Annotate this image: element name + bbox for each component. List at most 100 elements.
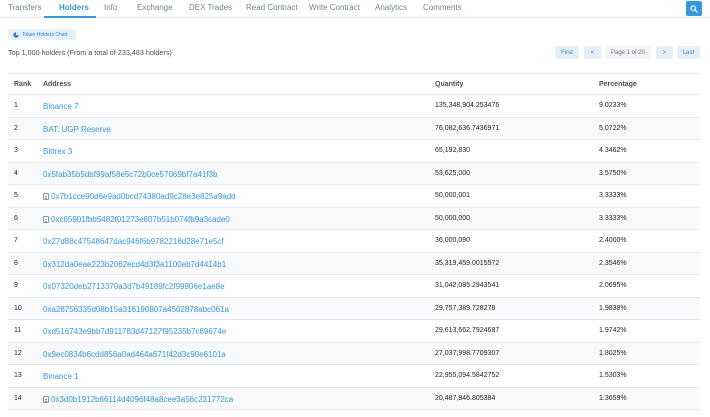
contract-file-icon — [43, 193, 49, 200]
percentage-cell: 5.0722% — [599, 124, 627, 132]
holder-address-link[interactable]: 0x5fab35b5dbf99af58e5c72b0ce57069bf7a41f… — [43, 170, 217, 179]
contract-file-icon — [43, 215, 49, 223]
percentage-cell: 2.3546% — [599, 259, 627, 267]
percentage-cell: 1.5303% — [599, 372, 627, 379]
holder-address-link[interactable]: 0x7b1cce90d6e9ad0bcd74380ad9c28e3e825a9a… — [51, 192, 236, 201]
header-rank: Rank — [14, 81, 32, 88]
table-row: 14 0x3d0b1912b66114d4096f48a8cee3a56c2317… — [8, 387, 700, 410]
holder-address-link[interactable]: 0x3d0b1912b66114d4096f48a8cee3a56c231772… — [51, 395, 233, 404]
holder-address-link[interactable]: Binance 1 — [43, 372, 79, 381]
table-row: 6 0xc65901fbb5482f01273e607b51b074fb9a3ca… — [8, 207, 700, 230]
holder-address-link[interactable]: 0x312da0eae223b2062ecd4d3f3a1100eb7d4414… — [43, 260, 226, 269]
percentage-cell: 1.9742% — [599, 327, 627, 334]
rank-cell: 5 — [14, 192, 18, 199]
pagination-prev-button[interactable]: < — [584, 46, 601, 59]
table-row: 7 0x27d88c47548647dac946f6b9782218d28e71e… — [8, 230, 700, 253]
quantity-cell: 29,613,662.7924687 — [435, 327, 500, 334]
holder-address-link[interactable]: Binance 7 — [43, 102, 79, 111]
search-icon — [690, 4, 698, 13]
rank-cell: 12 — [14, 349, 22, 357]
address-cell: 0x3d0b1912b66114d4096f48a8cee3a56c231772… — [43, 395, 233, 404]
quantity-cell: 36,000,090 — [435, 237, 471, 244]
quantity-cell: 35,319,459.0015572 — [435, 259, 500, 267]
table-row: 5 0x7b1cce90d6e9ad0bcd74380ad9c28e3e825a9… — [8, 185, 700, 208]
address-cell: BAT: UGP Reserve — [43, 125, 111, 134]
header-quantity: Quantity — [435, 81, 464, 88]
holder-address-link[interactable]: 0x27d88c47548647dac946f6b9782218d28e71e5… — [43, 237, 224, 246]
rank-cell: 1 — [14, 102, 18, 109]
rank-cell: 11 — [14, 327, 22, 334]
tab-exchange[interactable]: Exchange — [137, 3, 173, 12]
table-row: 13 Binance 1 22,955,094.5842752 1.5303% — [8, 365, 700, 388]
rank-cell: 2 — [14, 124, 18, 132]
quantity-cell: 135,348,904.253476 — [435, 102, 500, 109]
address-cell: 0x312da0eae223b2062ecd4d3f3a1100eb7d4414… — [43, 260, 226, 269]
percentage-cell: 1.3659% — [599, 394, 627, 402]
quantity-cell: 65,192,830 — [435, 147, 471, 154]
quantity-cell: 29,757,389.728278 — [435, 304, 496, 312]
rank-cell: 7 — [14, 237, 18, 244]
holders-summary: Top 1,000 holders (From a total of 233,4… — [8, 48, 172, 57]
search-button[interactable] — [686, 1, 702, 16]
holder-address-link[interactable]: BAT: UGP Reserve — [43, 125, 111, 134]
holder-address-link[interactable]: Bittrex 3 — [43, 147, 72, 156]
holder-address-link[interactable]: 0x07320deb2713370a3d7b49189fc2f99906e1ae… — [43, 282, 225, 291]
contract-file-icon — [43, 395, 49, 403]
tab-transfers[interactable]: Transfers — [8, 3, 42, 12]
pagination-last-button[interactable]: Last — [677, 46, 700, 59]
table-row: 9 0x07320deb2713370a3d7b49189fc2f99906e1a… — [8, 275, 700, 298]
token-holders-chart-button[interactable]: Token Holders Chart — [8, 29, 76, 40]
percentage-cell: 4.3462% — [599, 147, 627, 154]
header-percentage: Percentage — [599, 81, 637, 88]
percentage-cell: 3.5750% — [599, 169, 627, 177]
percentage-cell: 1.8025% — [599, 349, 627, 357]
address-cell: 0x07320deb2713370a3d7b49189fc2f99906e1ae… — [43, 282, 225, 291]
holder-address-link[interactable]: 0xa28756335d08b15a316190807a4502878abc06… — [43, 305, 229, 314]
holder-address-link[interactable]: 0xc65901fbb5482f01273e607b51b074fb9a3cad… — [51, 215, 230, 224]
token-holders-chart-label: Token Holders Chart — [22, 31, 68, 38]
address-cell: Binance 7 — [43, 102, 79, 111]
table-row: 3 Bittrex 3 65,192,830 4.3462% — [8, 140, 700, 163]
rank-cell: 6 — [14, 214, 18, 222]
quantity-cell: 27,037,998.7709307 — [435, 349, 500, 357]
tab-analytics[interactable]: Analytics — [375, 3, 407, 12]
percentage-cell: 2.4000% — [599, 237, 627, 244]
table-row: 12 0x9ec0834b6cdd856a0ad464a671f42d3c90e6… — [8, 342, 700, 365]
tab-read-contract[interactable]: Read Contract — [246, 3, 298, 12]
table-row: 8 0x312da0eae223b2062ecd4d3f3a1100eb7d441… — [8, 252, 700, 275]
table-row: 2 BAT: UGP Reserve 76,082,636.7436971 5.072… — [8, 117, 700, 140]
rank-cell: 8 — [14, 259, 18, 267]
tab-info[interactable]: Info — [104, 3, 117, 12]
pagination-next-button[interactable]: > — [656, 46, 673, 59]
tab-holders[interactable]: Holders — [59, 3, 89, 12]
percentage-cell: 3.3333% — [599, 214, 627, 222]
rank-cell: 14 — [14, 394, 22, 402]
address-cell: 0xa28756335d08b15a316190807a4502878abc06… — [43, 305, 229, 314]
holder-address-link[interactable]: 0x9ec0834b6cdd856a0ad464a671f42d3c90e610… — [43, 350, 226, 359]
active-tab-indicator — [44, 16, 96, 18]
pie-chart-icon — [13, 31, 19, 38]
percentage-cell: 2.0695% — [599, 282, 627, 289]
quantity-cell: 20,487,846.805384 — [435, 394, 496, 402]
pagination-first-button[interactable]: First — [555, 46, 579, 59]
rank-cell: 3 — [14, 147, 18, 154]
holder-address-link[interactable]: 0xd516743e9bb7d911783d47127f95235b7c6967… — [43, 327, 226, 336]
tab-comments[interactable]: Comments — [423, 3, 462, 12]
quantity-cell: 31,042,085.2943541 — [435, 282, 500, 289]
percentage-cell: 3.3333% — [599, 192, 627, 199]
tab-write-contract[interactable]: Write Contract — [309, 3, 360, 12]
header-address: Address — [43, 81, 72, 88]
tab-dex-trades[interactable]: DEX Trades — [189, 3, 232, 12]
address-cell: 0x9ec0834b6cdd856a0ad464a671f42d3c90e610… — [43, 350, 226, 359]
address-cell: 0xd516743e9bb7d911783d47127f95235b7c6967… — [43, 327, 226, 336]
percentage-cell: 1.9838% — [599, 304, 627, 312]
token-tabs-bar: Transfers Holders Info Exchange DEX Trad… — [0, 0, 710, 18]
quantity-cell: 50,000,001 — [435, 192, 471, 199]
address-cell: 0x5fab35b5dbf99af58e5c72b0ce57069bf7a41f… — [43, 170, 217, 179]
quantity-cell: 50,000,000 — [435, 214, 471, 222]
address-cell: Bittrex 3 — [43, 147, 72, 156]
table-row: 4 0x5fab35b5dbf99af58e5c72b0ce57069bf7a41… — [8, 162, 700, 185]
table-row: 10 0xa28756335d08b15a316190807a4502878abc… — [8, 297, 700, 320]
table-row: 11 0xd516743e9bb7d911783d47127f95235b7c69… — [8, 320, 700, 343]
table-row: 1 Binance 7 135,348,904.253476 9.0233% — [8, 95, 700, 118]
